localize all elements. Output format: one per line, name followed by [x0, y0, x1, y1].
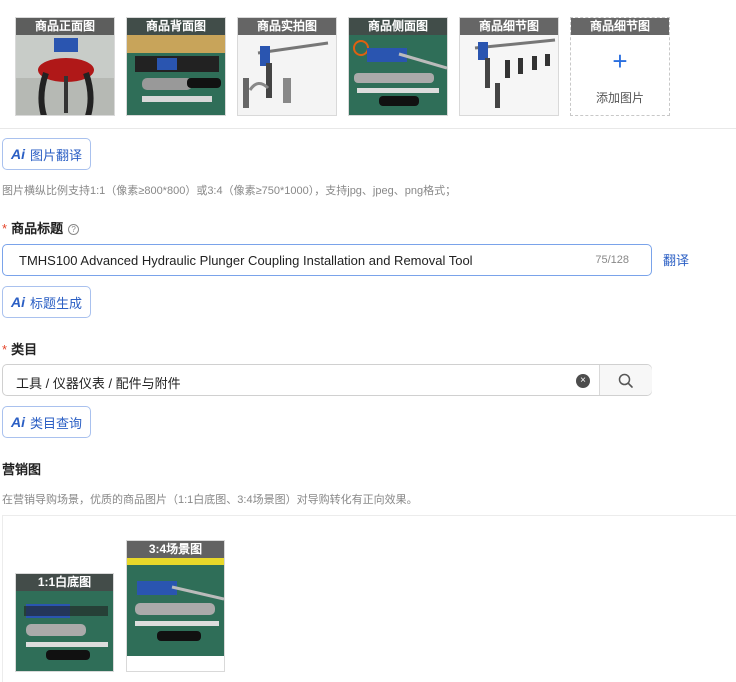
image-caption: 商品实拍图 — [238, 18, 336, 35]
marketing-photo-scene — [127, 558, 224, 671]
ai-icon: Ai — [11, 414, 25, 430]
product-image-detail[interactable]: 商品细节图 — [459, 17, 559, 116]
image-caption: 商品正面图 — [16, 18, 114, 35]
marketing-image-square[interactable]: 1:1白底图 — [15, 573, 114, 672]
category-field-label: * 类目 — [2, 339, 37, 358]
product-image-front[interactable]: 商品正面图 — [15, 17, 115, 116]
search-icon — [618, 373, 633, 388]
product-title-input[interactable]: TMHS100 Advanced Hydraulic Plunger Coupl… — [2, 244, 652, 276]
product-title-value[interactable]: TMHS100 Advanced Hydraulic Plunger Coupl… — [19, 253, 473, 268]
image-caption: 商品背面图 — [127, 18, 225, 35]
add-image-slot[interactable]: 商品细节图 + 添加图片 — [570, 17, 670, 116]
button-label: 标题生成 — [30, 295, 83, 311]
product-image-strip: 商品正面图 商品背面图 商品实拍图 商品侧面图 商品细节图 商品细节图 + 添加… — [0, 0, 736, 129]
image-caption: 3:4场景图 — [127, 541, 224, 558]
category-search-button[interactable] — [600, 365, 652, 395]
marketing-image-scene[interactable]: 3:4场景图 — [126, 540, 225, 672]
category-query-button[interactable]: Ai 类目查询 — [2, 406, 92, 438]
clear-icon[interactable]: × — [576, 374, 590, 388]
category-label-text: 类目 — [11, 342, 38, 357]
required-mark: * — [2, 221, 8, 236]
title-generate-button[interactable]: Ai 标题生成 — [2, 286, 92, 318]
product-image-real-shot[interactable]: 商品实拍图 — [237, 17, 337, 116]
required-mark: * — [2, 342, 8, 357]
title-field-label: * 商品标题? — [2, 218, 80, 237]
image-format-hint: 图片横纵比例支持1:1（像素≥800*800）或3:4（像素≥750*1000）… — [2, 185, 457, 197]
image-caption: 商品侧面图 — [349, 18, 447, 35]
ai-icon: Ai — [11, 146, 25, 162]
add-image-label: 添加图片 — [595, 91, 644, 105]
category-select[interactable]: 工具 / 仪器仪表 / 配件与附件 × — [2, 364, 652, 396]
marketing-hint: 在营销导购场景，优质的商品图片（1:1白底图、3:4场景图）对导购转化有正向效果… — [2, 494, 418, 506]
title-char-counter: 75/128 — [595, 254, 629, 266]
image-caption: 1:1白底图 — [16, 574, 113, 591]
help-icon[interactable]: ? — [68, 224, 80, 235]
button-label: 图片翻译 — [30, 147, 83, 163]
category-value: 工具 / 仪器仪表 / 配件与附件 — [16, 376, 181, 391]
product-image-back[interactable]: 商品背面图 — [126, 17, 226, 116]
title-translate-link[interactable]: 翻译 — [663, 250, 689, 269]
image-translate-button[interactable]: Ai 图片翻译 — [2, 138, 92, 170]
image-caption: 商品细节图 — [571, 18, 669, 35]
ai-icon: Ai — [11, 294, 25, 310]
plus-icon: + — [612, 46, 628, 76]
button-label: 类目查询 — [30, 415, 83, 431]
image-caption: 商品细节图 — [460, 18, 558, 35]
marketing-image-panel: 1:1白底图 3:4场景图 — [2, 515, 736, 682]
title-label-text: 商品标题 — [11, 221, 64, 236]
product-image-side[interactable]: 商品侧面图 — [348, 17, 448, 116]
marketing-section-label: 营销图 — [2, 462, 42, 477]
